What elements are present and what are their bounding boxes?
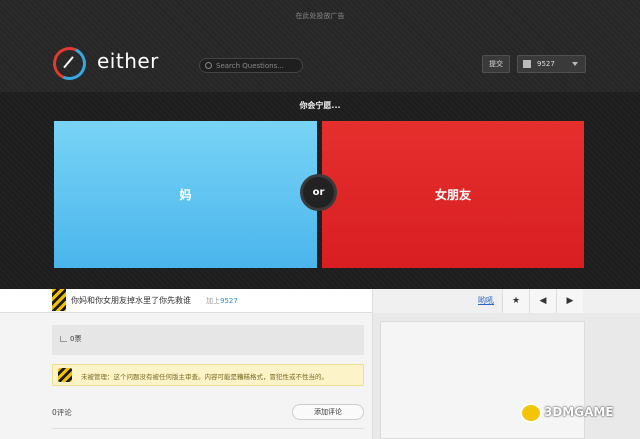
votes-count: 0票	[70, 335, 82, 343]
chevron-down-icon	[572, 62, 578, 66]
sidebar-panel	[380, 321, 585, 439]
question-full-text: 你妈和你女朋友掉水里了你先救谁	[71, 296, 191, 305]
option-a-label: 妈	[179, 188, 192, 202]
question-prompt: 你会宁愿...	[299, 101, 341, 110]
chevron-left-icon: ◀	[539, 296, 547, 306]
user-menu-dropdown[interactable]: 9527	[517, 55, 586, 73]
username-label: 9527	[537, 60, 555, 68]
next-button[interactable]: ▶	[556, 289, 583, 313]
or-badge: or	[300, 174, 337, 211]
avatar	[523, 60, 531, 68]
notice-warning-icon	[58, 368, 72, 382]
favorite-button[interactable]: ★	[502, 289, 529, 313]
watermark-text: 3DMGAME	[544, 405, 614, 419]
added-by-prefix: 加上	[206, 297, 220, 305]
chart-icon	[60, 336, 67, 342]
share-link[interactable]: 哟吼	[478, 295, 494, 306]
comments-count: 0评论	[52, 408, 72, 417]
add-comment-button[interactable]: 添加评论	[292, 404, 364, 420]
option-b-card[interactable]: 女朋友	[322, 121, 584, 268]
votes-box: 0票	[52, 325, 364, 355]
search-box[interactable]	[199, 58, 303, 73]
search-input[interactable]	[216, 61, 296, 70]
moderation-notice: 未被管理：这个问题没有被任何版主审查。内容可能是糟糕格式，冒犯性或不性当的。	[52, 364, 364, 386]
watermark-mascot-icon	[520, 403, 542, 423]
added-by: 加上9527	[206, 296, 238, 306]
warning-stripe-icon	[52, 289, 66, 311]
star-icon: ★	[511, 296, 521, 306]
ad-placeholder-text[interactable]: 在此处投放广告	[0, 11, 640, 21]
option-b-label: 女朋友	[434, 188, 471, 202]
previous-button[interactable]: ◀	[529, 289, 556, 313]
chevron-right-icon: ▶	[566, 296, 574, 306]
added-by-user-link[interactable]: 9527	[220, 297, 238, 305]
option-a-card[interactable]: 妈	[54, 121, 317, 268]
divider	[52, 428, 364, 429]
logo-text[interactable]: either	[97, 49, 159, 73]
submit-question-button[interactable]: 提交	[482, 55, 510, 73]
search-icon	[205, 62, 212, 69]
